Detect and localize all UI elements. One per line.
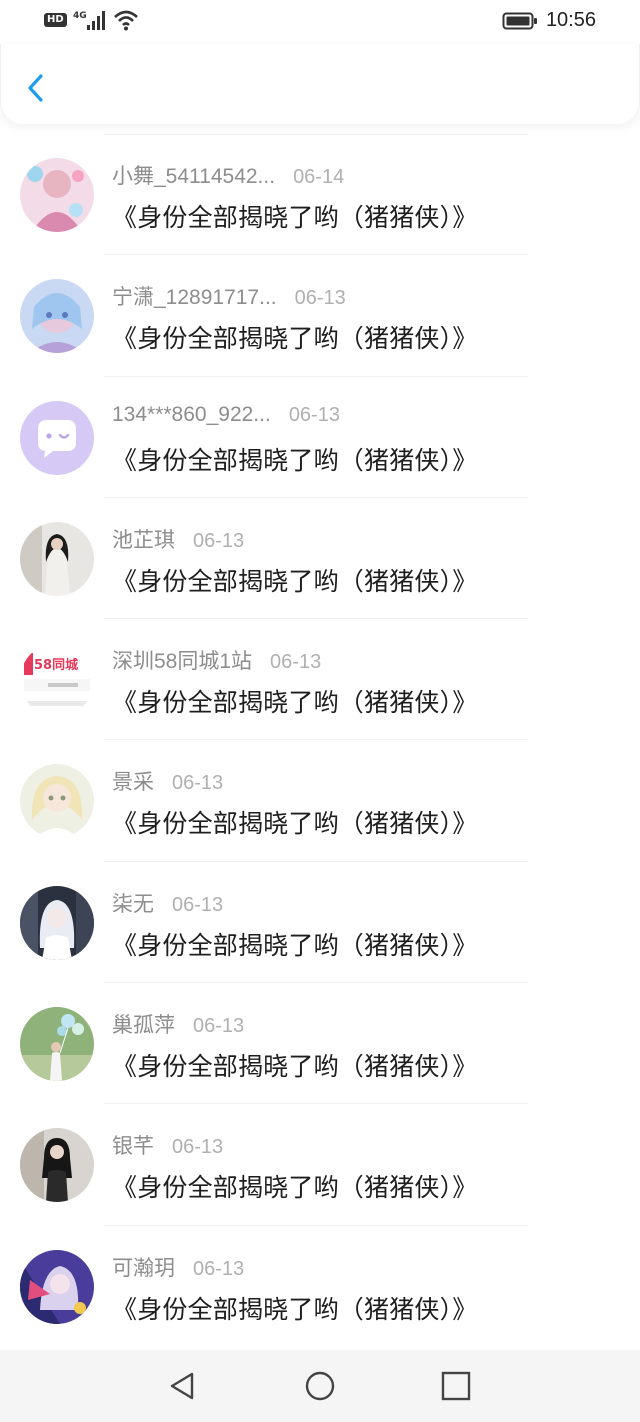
message-text[interactable]: 《身份全部揭晓了哟（猪猪侠）》 — [112, 926, 478, 962]
message-text[interactable]: 《身份全部揭晓了哟（猪猪侠）》 — [112, 198, 478, 234]
avatar[interactable] — [20, 279, 94, 354]
message-text[interactable]: 《身份全部揭晓了哟（猪猪侠）》 — [112, 319, 478, 355]
avatar-photo-girl — [20, 521, 94, 596]
back-button[interactable] — [19, 68, 55, 108]
avatar[interactable] — [20, 158, 94, 232]
hd-badge: HD — [44, 13, 67, 27]
home-circle-icon — [305, 1371, 335, 1401]
timestamp: 06-14 — [293, 166, 345, 188]
avatar-anime-blonde — [20, 764, 94, 839]
list-item[interactable]: 池芷琪 06-13 《身份全部揭晓了哟（猪猪侠）》 — [0, 498, 640, 620]
list-item[interactable]: 宁潇_12891717... 06-13 《身份全部揭晓了哟（猪猪侠）》 — [0, 255, 640, 377]
message-text[interactable]: 《身份全部揭晓了哟（猪猪侠）》 — [112, 562, 478, 598]
network-type-label: 4G — [73, 11, 87, 21]
username[interactable]: 深圳58同城1站 — [112, 645, 252, 675]
message-text[interactable]: 《身份全部揭晓了哟（猪猪侠）》 — [112, 1290, 478, 1326]
avatar-58-text: 58同城 — [34, 657, 78, 673]
message-text[interactable]: 《身份全部揭晓了哟（猪猪侠）》 — [112, 1047, 478, 1083]
item-meta: 池芷琪 06-13 — [112, 524, 244, 554]
username[interactable]: 134***860_922... — [112, 403, 271, 427]
avatar-photo-dark — [20, 1128, 94, 1203]
battery-icon — [502, 12, 537, 29]
item-meta: 景采 06-13 — [112, 766, 223, 796]
nav-recents-button[interactable] — [440, 1370, 472, 1402]
avatar[interactable] — [20, 885, 94, 960]
list-item[interactable]: 58同城 深圳58同城1站 06-13 《身份全部揭晓了哟（猪猪侠）》 — [0, 619, 640, 741]
avatar[interactable] — [20, 400, 94, 475]
username[interactable]: 小舞_54114542... — [112, 160, 275, 190]
timestamp: 06-13 — [288, 403, 340, 426]
list-item[interactable]: 景采 06-13 《身份全部揭晓了哟（猪猪侠）》 — [0, 740, 640, 862]
timestamp: 06-13 — [193, 1015, 245, 1038]
avatar[interactable] — [20, 1249, 94, 1324]
item-meta: 柒无 06-13 — [112, 888, 223, 918]
clock: 10:56 — [545, 9, 596, 31]
list-item[interactable]: 巢孤萍 06-13 《身份全部揭晓了哟（猪猪侠）》 — [0, 983, 640, 1105]
signal-icon: 4G — [73, 11, 105, 30]
list-item[interactable]: 银芊 06-13 《身份全部揭晓了哟（猪猪侠）》 — [0, 1104, 640, 1226]
item-meta: 134***860_922... 06-13 — [112, 403, 340, 427]
recents-square-icon — [441, 1371, 471, 1401]
list-item[interactable]: 可瀚玥 06-13 《身份全部揭晓了哟（猪猪侠）》 — [0, 1226, 640, 1347]
timestamp: 06-13 — [193, 1257, 245, 1280]
avatar[interactable] — [20, 1128, 94, 1203]
message-text[interactable]: 《身份全部揭晓了哟（猪猪侠）》 — [112, 683, 478, 719]
item-meta: 可瀚玥 06-13 — [112, 1252, 244, 1282]
avatar[interactable] — [20, 1007, 94, 1082]
avatar-anime-white — [20, 885, 94, 960]
timestamp: 06-13 — [172, 893, 224, 916]
list-item[interactable]: 柒无 06-13 《身份全部揭晓了哟（猪猪侠）》 — [0, 862, 640, 984]
item-meta: 深圳58同城1站 06-13 — [112, 645, 321, 675]
timestamp: 06-13 — [294, 287, 346, 310]
list-item[interactable]: 134***860_922... 06-13 《身份全部揭晓了哟（猪猪侠）》 — [0, 377, 640, 498]
status-bar: HD 4G 10:56 — [0, 0, 640, 44]
avatar-photo-balloons — [20, 1007, 94, 1082]
nav-back-button[interactable] — [166, 1370, 198, 1402]
avatar-58-logo: 58同城 — [20, 643, 94, 718]
timestamp: 06-13 — [193, 529, 245, 552]
reply-list: 小舞_54114542... 06-14 《身份全部揭晓了哟（猪猪侠）》 宁潇_… — [0, 134, 640, 1347]
item-meta: 宁潇_12891717... 06-13 — [112, 281, 346, 311]
avatar-anime-pink — [20, 158, 94, 232]
avatar-default-chat — [20, 400, 94, 475]
status-left-group: HD 4G — [44, 9, 139, 31]
avatar[interactable]: 58同城 — [20, 643, 94, 718]
username[interactable]: 巢孤萍 — [112, 1009, 175, 1039]
username[interactable]: 景采 — [112, 766, 154, 796]
item-meta: 银芊 06-13 — [112, 1130, 223, 1160]
username[interactable]: 宁潇_12891717... — [112, 281, 277, 311]
message-text[interactable]: 《身份全部揭晓了哟（猪猪侠）》 — [112, 804, 478, 840]
timestamp: 06-13 — [172, 772, 224, 795]
username[interactable]: 可瀚玥 — [112, 1252, 175, 1282]
status-right-group: 10:56 — [502, 9, 596, 32]
timestamp: 06-13 — [172, 1136, 224, 1159]
avatar-anime-purple — [20, 1249, 94, 1324]
wifi-icon — [113, 10, 138, 31]
list-item[interactable]: 小舞_54114542... 06-14 《身份全部揭晓了哟（猪猪侠）》 — [0, 134, 640, 256]
message-text[interactable]: 《身份全部揭晓了哟（猪猪侠）》 — [112, 1168, 478, 1204]
username[interactable]: 银芊 — [112, 1130, 154, 1160]
avatar[interactable] — [20, 521, 94, 596]
back-triangle-icon — [170, 1372, 194, 1400]
system-nav-bar — [0, 1350, 640, 1422]
chevron-left-icon — [28, 74, 43, 102]
avatar-anime-blue — [20, 279, 94, 354]
avatar[interactable] — [20, 764, 94, 839]
timestamp: 06-13 — [270, 651, 322, 674]
item-meta: 巢孤萍 06-13 — [112, 1009, 244, 1039]
header — [0, 44, 640, 124]
nav-home-button[interactable] — [304, 1370, 336, 1402]
item-meta: 小舞_54114542... 06-14 — [112, 160, 344, 190]
username[interactable]: 柒无 — [112, 888, 154, 918]
username[interactable]: 池芷琪 — [112, 524, 175, 554]
message-text[interactable]: 《身份全部揭晓了哟（猪猪侠）》 — [112, 441, 478, 477]
